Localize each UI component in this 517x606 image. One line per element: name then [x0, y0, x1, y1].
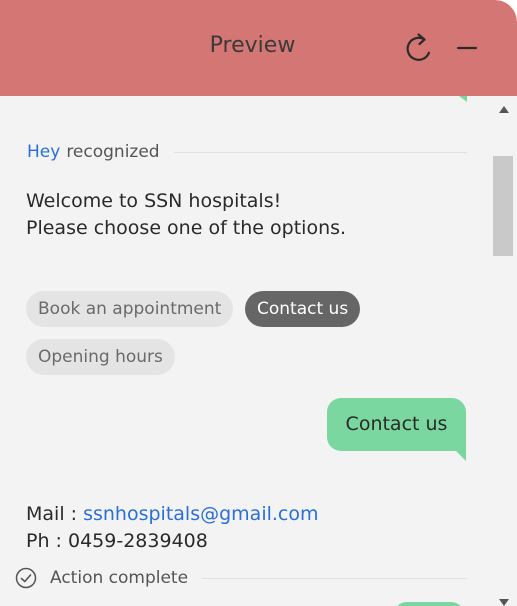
contact-info-message: Mail : ssnhospitals@gmail.com Ph : 0459-…	[26, 501, 319, 555]
next-user-bubble	[393, 602, 465, 606]
action-divider	[202, 577, 467, 579]
mail-row: Mail : ssnhospitals@gmail.com	[26, 501, 319, 528]
intent-status: Hey recognized	[27, 141, 467, 163]
option-contact-us[interactable]: Contact us	[245, 291, 361, 327]
previous-bubble-tail	[459, 96, 467, 102]
scroll-down-arrow-icon[interactable]	[499, 599, 509, 606]
check-circle-icon	[15, 567, 37, 589]
refresh-icon[interactable]	[401, 31, 437, 67]
user-message-bubble: Contact us	[327, 398, 466, 461]
user-bubble-tail	[456, 451, 466, 461]
phone-label: Ph :	[26, 530, 62, 552]
intent-status-label: recognized	[66, 142, 160, 162]
minimize-icon[interactable]	[455, 36, 479, 60]
preview-header: Preview	[0, 0, 517, 96]
conversation-scrollbar[interactable]	[490, 96, 517, 606]
user-message-text: Contact us	[345, 413, 448, 435]
mail-link[interactable]: ssnhospitals@gmail.com	[83, 503, 318, 525]
option-book-appointment[interactable]: Book an appointment	[26, 291, 234, 327]
option-opening-hours[interactable]: Opening hours	[26, 339, 175, 375]
scroll-up-arrow-icon[interactable]	[499, 106, 509, 113]
phone-row: Ph : 0459-2839408	[26, 528, 319, 555]
scroll-thumb[interactable]	[493, 156, 513, 256]
phone-value: 0459-2839408	[68, 530, 208, 552]
bot-message-line-1: Welcome to SSN hospitals!	[26, 190, 282, 212]
bot-message-line-2: Please choose one of the options.	[26, 217, 347, 239]
chat-preview-panel: Preview Hey recognized Welcome to SSN ho…	[0, 0, 517, 606]
bot-welcome-message: Welcome to SSN hospitals! Please choose …	[26, 188, 346, 242]
action-status-label: Action complete	[50, 568, 189, 588]
conversation-area: Hey recognized Welcome to SSN hospitals!…	[0, 96, 490, 606]
status-divider	[173, 151, 467, 153]
mail-label: Mail :	[26, 503, 78, 525]
action-status: Action complete	[15, 566, 467, 590]
intent-keyword: Hey	[27, 142, 61, 162]
